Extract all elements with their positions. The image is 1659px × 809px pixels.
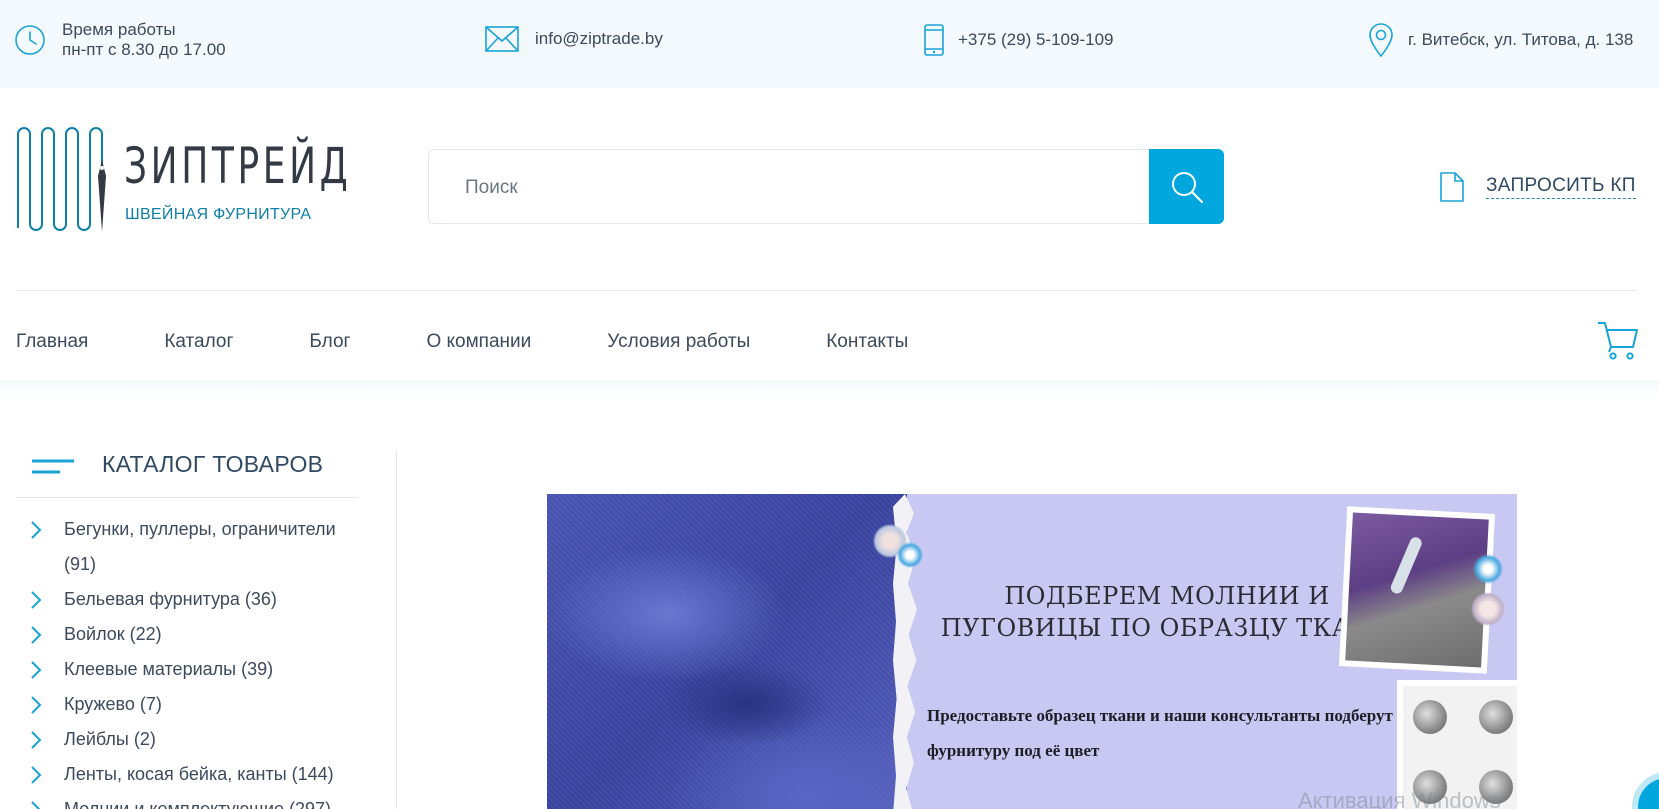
catalog-item[interactable]: Войлок (22) (16, 617, 358, 652)
hours-value: пн-пт с 8.30 до 17.00 (62, 40, 226, 59)
menu-lines-icon (32, 459, 74, 474)
main-nav: Главная Каталог Блог О компании Условия … (16, 331, 984, 353)
windows-activation-watermark: Активация Windows (1298, 788, 1501, 809)
catalog-item-label: Клеевые материалы (39) (64, 659, 274, 679)
clock-icon (15, 25, 45, 55)
chevron-right-icon (31, 591, 42, 609)
catalog-item-label: Молнии и комплектующие (297) (64, 799, 332, 809)
request-quote-button[interactable]: ЗАПРОСИТЬ КП (1440, 172, 1636, 202)
nav-item-about[interactable]: О компании (426, 331, 531, 353)
promo-banner[interactable]: ПОДБЕРЕМ МОЛНИИ И ПУГОВИЦЫ ПО ОБРАЗЦУ ТК… (547, 494, 1517, 809)
search-bar (428, 149, 1224, 224)
nav-item-terms[interactable]: Условия работы (607, 331, 750, 353)
catalog-title: КАТАЛОГ ТОВАРОВ (102, 451, 324, 477)
chevron-right-icon (31, 731, 42, 749)
flower-decoration (897, 542, 923, 568)
sidebar-divider (396, 450, 397, 809)
hours-title: Время работы (62, 20, 176, 39)
search-input[interactable] (465, 174, 1125, 202)
chevron-right-icon (31, 626, 42, 644)
request-quote-label[interactable]: ЗАПРОСИТЬ КП (1486, 175, 1636, 199)
address-text: г. Витебск, ул. Титова, д. 138 (1408, 30, 1634, 49)
address: г. Витебск, ул. Титова, д. 138 (1368, 23, 1633, 57)
location-pin-icon (1369, 23, 1393, 57)
flower-decoration (1473, 554, 1503, 584)
chevron-right-icon (31, 696, 42, 714)
search-icon (1171, 171, 1203, 203)
mail-icon (485, 26, 519, 52)
banner-heading: ПОДБЕРЕМ МОЛНИИ И ПУГОВИЦЫ ПО ОБРАЗЦУ ТК… (940, 582, 1394, 642)
document-icon (1440, 172, 1464, 202)
catalog-item-label: Ленты, косая бейка, канты (144) (64, 764, 334, 784)
catalog-item[interactable]: Молнии и комплектующие (297) (16, 792, 358, 809)
chevron-right-icon (31, 661, 42, 679)
email-link[interactable]: info@ziptrade.by (535, 29, 663, 49)
catalog-item[interactable]: Кружево (7) (16, 687, 358, 722)
chat-widget-button[interactable] (1632, 772, 1659, 809)
logo-brand-name: ЗИПТРЕЙД (124, 137, 352, 195)
working-hours: Время работы пн-пт с 8.30 до 17.00 (14, 20, 226, 60)
nav-shadow (0, 380, 1659, 400)
email-contact[interactable]: info@ziptrade.by (485, 26, 663, 52)
logo-tagline: ШВЕЙНАЯ ФУРНИТУРА (125, 206, 312, 223)
catalog-item[interactable]: Лейблы (2) (16, 722, 358, 757)
nav-item-contacts[interactable]: Контакты (826, 331, 908, 353)
phone-link[interactable]: +375 (29) 5-109-109 (958, 30, 1113, 50)
fabric-image (547, 494, 907, 809)
nav-item-home[interactable]: Главная (16, 331, 88, 353)
search-button[interactable] (1149, 149, 1224, 224)
zipper-logo-icon (17, 127, 106, 232)
chevron-right-icon (31, 521, 42, 539)
catalog-item[interactable]: Ленты, косая бейка, канты (144) (16, 757, 358, 792)
catalog-item[interactable]: Бельевая фурнитура (36) (16, 582, 358, 617)
catalog-item-label: Лейблы (2) (64, 729, 156, 749)
chevron-right-icon (31, 801, 41, 809)
chevron-right-icon (31, 766, 42, 784)
catalog-item-label: Войлок (22) (64, 624, 162, 644)
banner-text: Предоставьте образец ткани и наши консул… (927, 706, 1393, 760)
catalog-item[interactable]: Клеевые материалы (39) (16, 652, 358, 687)
top-info-bar: Время работы пн-пт с 8.30 до 17.00 info@… (0, 0, 1659, 88)
catalog-item[interactable]: Бегунки, пуллеры, ограничители (91) (16, 512, 358, 582)
nav-item-catalog[interactable]: Каталог (164, 331, 233, 353)
header-divider (16, 290, 1636, 291)
cart-icon (1598, 322, 1638, 360)
phone-contact[interactable]: +375 (29) 5-109-109 (924, 24, 1113, 56)
catalog-item-label: Кружево (7) (64, 694, 162, 714)
catalog-header[interactable]: КАТАЛОГ ТОВАРОВ (16, 450, 358, 498)
flower-decoration (1471, 592, 1505, 626)
catalog-list: Бегунки, пуллеры, ограничители (91) Бель… (16, 512, 358, 809)
mobile-phone-icon (924, 24, 944, 56)
catalog-item-label: Бельевая фурнитура (36) (64, 589, 277, 609)
catalog-item-label: Бегунки, пуллеры, ограничители (91) (64, 519, 336, 574)
site-logo[interactable]: ЗИПТРЕЙД ШВЕЙНАЯ ФУРНИТУРА (14, 124, 348, 236)
cart-button[interactable] (1597, 320, 1639, 365)
zipper-photo (1338, 506, 1496, 674)
nav-item-blog[interactable]: Блог (309, 331, 350, 353)
